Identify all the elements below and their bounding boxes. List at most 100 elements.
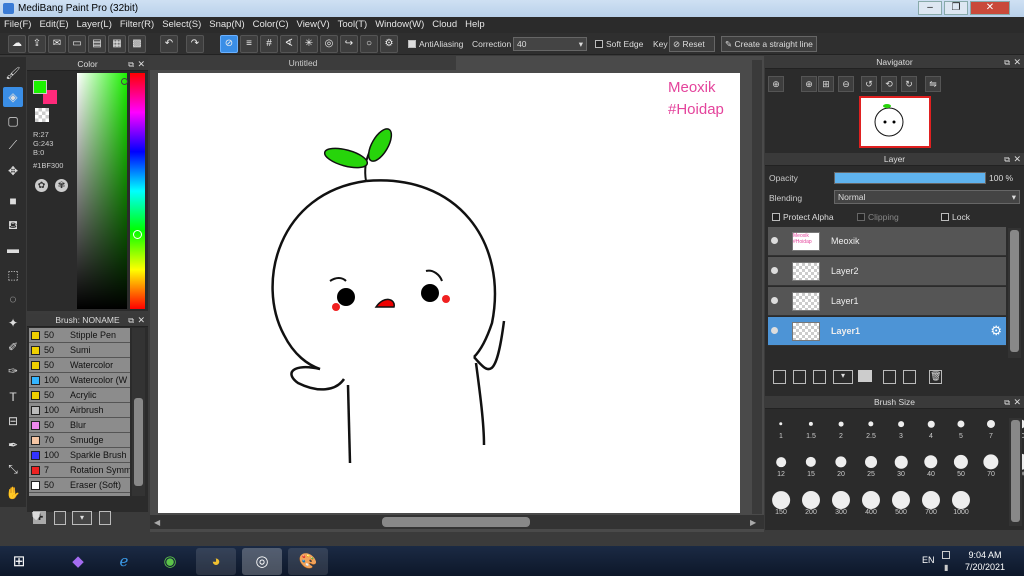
new-8bit-layer-icon[interactable] bbox=[813, 370, 826, 384]
scroll-left-icon[interactable]: ◀ bbox=[154, 518, 160, 527]
brush-size-option[interactable]: 150 bbox=[767, 488, 795, 516]
rotate-right-icon[interactable]: ↻ bbox=[901, 76, 917, 92]
reset-button[interactable]: ⊘ Reset bbox=[669, 36, 715, 52]
operation-tool-icon[interactable]: ⤡ bbox=[3, 459, 23, 479]
menu-help[interactable]: Help bbox=[461, 17, 489, 33]
cloud-icon[interactable]: ☁ bbox=[8, 35, 26, 53]
brush-list-item[interactable]: 50 Watercolor bbox=[29, 358, 130, 373]
brush-list-item[interactable]: 50 Eraser (Soft) bbox=[29, 478, 130, 493]
color-history-icon[interactable]: ✾ bbox=[55, 179, 68, 192]
brush-list-item[interactable]: 100 Airbrush bbox=[29, 403, 130, 418]
hue-slider[interactable] bbox=[130, 73, 145, 309]
snap-circle-icon[interactable]: ◎ bbox=[320, 35, 338, 53]
document-tab[interactable]: Untitled bbox=[150, 56, 456, 70]
brush-size-option[interactable]: 4 bbox=[917, 412, 945, 440]
brush-tool-icon[interactable]: 🖌 bbox=[3, 63, 23, 83]
saturation-value-picker[interactable] bbox=[77, 73, 127, 309]
brush-size-option[interactable]: 5 bbox=[947, 412, 975, 440]
new-layer-icon[interactable] bbox=[773, 370, 786, 384]
dock-icon[interactable]: ⧉ bbox=[1004, 153, 1010, 166]
brush-size-option[interactable]: 15 bbox=[797, 450, 825, 478]
brush-size-option[interactable]: 3 bbox=[887, 412, 915, 440]
visibility-eye-icon[interactable] bbox=[771, 327, 778, 334]
brush-size-option[interactable]: 2.5 bbox=[857, 412, 885, 440]
close-icon[interactable]: ✕ bbox=[1013, 56, 1021, 69]
maximize-button[interactable]: ❐ bbox=[944, 1, 968, 15]
new-halftone-layer-icon[interactable] bbox=[793, 370, 806, 384]
fit-icon[interactable]: ⊞ bbox=[818, 76, 834, 92]
menu-view[interactable]: View(V) bbox=[293, 17, 334, 33]
undo-icon[interactable]: ↶ bbox=[160, 35, 178, 53]
navigator-preview[interactable] bbox=[859, 96, 931, 148]
layer-row[interactable]: Layer1 bbox=[768, 287, 1006, 316]
dock-icon[interactable]: ⧉ bbox=[128, 58, 134, 71]
layer-row[interactable]: Meoxik #Hoidap Meoxik bbox=[768, 227, 1006, 256]
visual-studio-icon[interactable]: ◆ bbox=[58, 548, 98, 575]
select-pen-tool-icon[interactable]: ✐ bbox=[3, 337, 23, 357]
language-indicator[interactable]: EN bbox=[922, 555, 935, 565]
brush-menu-icon[interactable]: ▾ bbox=[72, 511, 92, 525]
brush-list-item[interactable]: 50 Blur bbox=[29, 418, 130, 433]
brush-list-item[interactable]: 50 Acrylic bbox=[29, 388, 130, 403]
antialiasing-checkbox[interactable]: AntiAliasing bbox=[408, 37, 463, 51]
scrollbar-thumb[interactable] bbox=[1011, 420, 1020, 522]
visibility-eye-icon[interactable] bbox=[771, 237, 778, 244]
brush-size-option[interactable]: 40 bbox=[917, 450, 945, 478]
flip-icon[interactable]: ⇋ bbox=[925, 76, 941, 92]
visibility-eye-icon[interactable] bbox=[771, 297, 778, 304]
rectangle-tool-icon[interactable]: ▢ bbox=[3, 111, 23, 131]
text-tool-icon[interactable]: T bbox=[3, 387, 23, 407]
brush-list-item[interactable]: 50 Stipple Pen bbox=[29, 328, 130, 343]
menu-layer[interactable]: Layer(L) bbox=[73, 17, 116, 33]
medibang-taskbar-icon[interactable]: ◎ bbox=[242, 548, 282, 575]
brush-size-option[interactable]: 7 bbox=[977, 412, 1005, 440]
fill-shape-tool-icon[interactable]: ■ bbox=[3, 191, 23, 211]
folder-icon[interactable] bbox=[858, 370, 872, 382]
brush-size-scrollbar[interactable] bbox=[1009, 418, 1022, 526]
horizontal-scrollbar[interactable]: ◀ ▶ bbox=[150, 515, 764, 529]
brush-size-option[interactable]: 50 bbox=[947, 450, 975, 478]
close-icon[interactable]: ✕ bbox=[1013, 153, 1021, 166]
menu-cloud[interactable]: Cloud bbox=[428, 17, 461, 33]
brush-size-option[interactable]: 500 bbox=[887, 488, 915, 516]
blending-select[interactable]: Normal ▾ bbox=[834, 190, 1020, 204]
close-icon[interactable]: ✕ bbox=[137, 58, 145, 71]
foreground-color-swatch[interactable] bbox=[33, 80, 47, 94]
soft-edge-checkbox[interactable]: Soft Edge bbox=[595, 37, 643, 51]
gradient-tool-icon[interactable]: ▬ bbox=[3, 239, 23, 259]
brush-size-option[interactable]: 20 bbox=[827, 450, 855, 478]
clipping-checkbox[interactable]: Clipping bbox=[857, 212, 899, 222]
reset-rotation-icon[interactable]: ⟲ bbox=[881, 76, 897, 92]
scroll-right-icon[interactable]: ▶ bbox=[750, 518, 756, 527]
select-tool-icon[interactable]: ⬚ bbox=[3, 265, 23, 285]
brush-list-item[interactable]: 50 Sumi bbox=[29, 343, 130, 358]
transparent-swatch[interactable] bbox=[35, 108, 49, 122]
brush-list-item[interactable]: 7 Rotation Symm bbox=[29, 463, 130, 478]
brush-size-option[interactable]: 30 bbox=[887, 450, 915, 478]
internet-explorer-icon[interactable]: ℯ bbox=[104, 548, 144, 575]
menu-color[interactable]: Color(C) bbox=[249, 17, 293, 33]
flag-icon[interactable] bbox=[942, 551, 950, 559]
layer-settings-icon[interactable]: ⚙ bbox=[990, 323, 1002, 339]
snap-grid-icon[interactable]: # bbox=[260, 35, 278, 53]
snap-parallel-icon[interactable]: ≡ bbox=[240, 35, 258, 53]
snap-curve-icon[interactable]: ↪ bbox=[340, 35, 358, 53]
redo-icon[interactable]: ↷ bbox=[186, 35, 204, 53]
brush-size-option[interactable]: 1 bbox=[767, 412, 795, 440]
snap-off-icon[interactable]: ⊘ bbox=[220, 35, 238, 53]
brush-size-option[interactable]: 1000 bbox=[947, 488, 975, 516]
brush-size-option[interactable]: 25 bbox=[857, 450, 885, 478]
chat-icon[interactable]: ✉ bbox=[48, 35, 66, 53]
zoom-in-icon[interactable]: ⊕ bbox=[768, 76, 784, 92]
brush-list-item[interactable]: 100 Watercolor (W bbox=[29, 373, 130, 388]
protect-alpha-checkbox[interactable]: Protect Alpha bbox=[772, 212, 834, 222]
scrollbar-thumb[interactable] bbox=[382, 517, 530, 527]
divide-tool-icon[interactable]: ⊟ bbox=[3, 411, 23, 431]
start-button-icon[interactable]: ⊞ bbox=[2, 548, 36, 575]
close-button[interactable]: ✕ bbox=[970, 1, 1010, 15]
paint-taskbar-icon[interactable]: 🎨 bbox=[288, 548, 328, 575]
brush-size-option[interactable]: 300 bbox=[827, 488, 855, 516]
menu-snap[interactable]: Snap(N) bbox=[205, 17, 248, 33]
hue-slider-handle[interactable] bbox=[133, 230, 142, 239]
menu-edit[interactable]: Edit(E) bbox=[35, 17, 72, 33]
